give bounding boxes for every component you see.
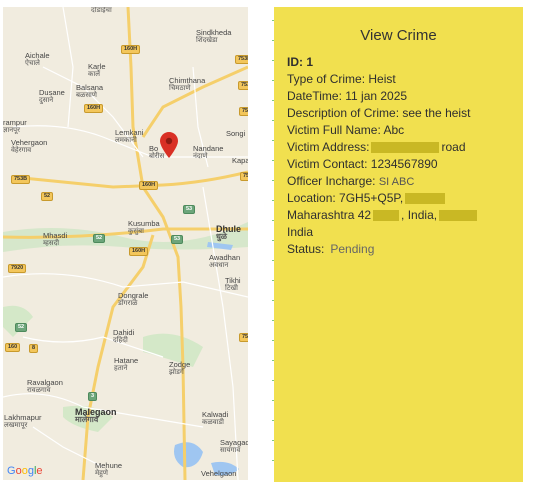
road-shield: 753B — [238, 81, 248, 90]
road-shield: 753J — [239, 333, 248, 342]
place-label: Dhule धुळे — [216, 224, 242, 241]
crime-description: Description of Crime: see the heist — [287, 106, 471, 120]
road-shield: 160H — [129, 247, 149, 256]
google-logo: Google — [7, 465, 43, 477]
place-label: दोंडाईचा — [91, 7, 112, 14]
road-shield: 52 — [93, 234, 106, 243]
location-line-2: Maharashtra 42 , India, — [287, 207, 517, 224]
place-label: Ravalgaon रावळगाव — [27, 378, 63, 395]
victim-address-suffix: road — [441, 140, 466, 154]
officer-label: Officer Incharge: — [287, 174, 376, 188]
crime-id: ID: 1 — [287, 55, 314, 69]
place-label: Sindkheda शिंदखेडा — [196, 28, 232, 45]
location-text: Maharashtra 42 — [287, 208, 372, 222]
road-shield: 160H — [139, 181, 159, 190]
place-label: Vehelgaon — [201, 469, 237, 478]
place-label: Dusane दुसाने — [39, 88, 65, 105]
road-shield: 52 — [15, 323, 28, 332]
road-shield: 160H — [84, 104, 104, 113]
road-shield: 7920 — [8, 264, 27, 273]
victim-address-label: Victim Address: — [287, 140, 370, 154]
road-shield: 752G — [240, 172, 248, 181]
place-label: Sayagao सायगाव — [220, 438, 248, 455]
location-text: Location: 7GH5+Q5P, — [287, 191, 404, 205]
victim-address: Victim Address: road — [287, 139, 517, 156]
status-label: Status: — [287, 242, 325, 256]
place-label: Mehune मेहुणे — [95, 461, 123, 478]
place-label: Vehergaon वेहेरगाव — [11, 138, 48, 155]
place-label: Karle कार्ले — [88, 62, 106, 79]
place-label: Balsana बळसाणे — [76, 83, 104, 100]
place-label: Zodge झोडगे — [169, 360, 191, 377]
road-shield: 160 — [5, 343, 21, 352]
crime-datetime: DateTime: 11 jan 2025 — [287, 89, 408, 103]
status-value: Pending — [330, 242, 375, 256]
place-label: Kalwadi कळवाडी — [202, 410, 229, 427]
victim-name: Victim Full Name: Abc — [287, 123, 405, 137]
officer-incharge: Officer Incharge: SI ABC — [287, 173, 517, 190]
redaction-block — [439, 210, 478, 222]
place-label: Kapa — [232, 156, 248, 165]
road-shield: 8 — [29, 344, 39, 353]
place-label: Mhasdi म्हसदी — [43, 231, 68, 248]
place-label: rampur ज्ञानपूर — [3, 118, 27, 135]
road-shield: 3 — [88, 392, 98, 401]
place-label: Malegaon मालेगाव — [75, 407, 117, 424]
place-label: Hatane हताने — [114, 356, 139, 373]
map-view[interactable]: दोंडाईचा Sindkheda शिंदखेडा Aichale ऐचाले … — [3, 7, 248, 480]
victim-contact: Victim Contact: 1234567890 — [287, 157, 438, 171]
place-label: Songi — [226, 129, 246, 138]
place-label: Kusumba कुसुंबा — [128, 219, 160, 236]
location-line-1: Location: 7GH5+Q5P, — [287, 190, 517, 207]
road-shield: 753B — [239, 107, 248, 116]
panel-title: View Crime — [360, 27, 437, 44]
redaction-block — [371, 142, 440, 154]
road-shield: 53 — [171, 235, 184, 244]
status-row: Status: Pending — [287, 241, 517, 258]
place-label: Dongrale डोंगराळे — [118, 291, 149, 308]
location-line-3: India — [287, 225, 314, 239]
place-label: Awadhan अवधान — [209, 253, 241, 270]
officer-value: SI ABC — [378, 176, 415, 188]
place-label: Tikhi टिखी — [225, 276, 241, 293]
place-label: Lemkani लमकानी — [115, 128, 144, 145]
redaction-block — [373, 210, 400, 222]
crime-details-panel: View Crime ID: 1 Type of Crime: Heist Da… — [274, 7, 523, 482]
place-label: Nandane नंदाणे — [193, 144, 224, 161]
place-label: Chimthana चिमठाणे — [169, 76, 206, 93]
crime-fields: ID: 1 Type of Crime: Heist DateTime: 11 … — [287, 54, 517, 258]
crime-type: Type of Crime: Heist — [287, 72, 396, 86]
place-label: Lakhmapur लखमापूर — [4, 413, 42, 430]
place-label: Dahidi दहिदी — [113, 328, 135, 345]
road-shield: 160H — [121, 45, 141, 54]
road-shield: 53 — [183, 205, 196, 214]
redaction-block — [405, 193, 446, 205]
place-label: Aichale ऐचाले — [25, 51, 50, 68]
location-text: , India, — [401, 208, 438, 222]
road-shield: 753B — [235, 55, 248, 64]
road-shield: 753B — [11, 175, 31, 184]
road-shield: 52 — [41, 192, 54, 201]
